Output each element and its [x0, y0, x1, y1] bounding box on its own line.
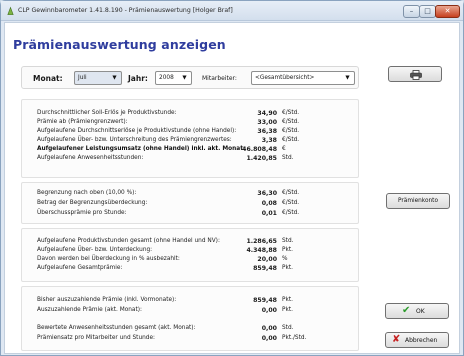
list-item: Bewertete Anwesenheitsstunden gesamt (ak…: [37, 325, 294, 332]
monat-select[interactable]: Juli ▼: [74, 71, 122, 85]
mitarbeiter-value: <Gesamtübersicht>: [255, 75, 315, 81]
list-item: Aufgelaufene Durchschnittserlöse je Prod…: [37, 128, 300, 135]
list-item: Aufgelaufener Leistungsumsatz (ohne Hand…: [37, 146, 286, 153]
section-produktivstunden: Aufgelaufene Produktivstunden gesamt (oh…: [21, 228, 359, 282]
page-title: Prämienauswertung anzeigen: [13, 37, 226, 52]
section-soll-erloes: Durchschnittlicher Soll-Erlös je Produkt…: [21, 99, 359, 178]
list-item: Bisher auszuzahlende Prämie (inkl. Vormo…: [37, 297, 293, 304]
list-item: Aufgelaufene Gesamtprämie: 859,48 Pkt.: [37, 265, 293, 272]
abbrechen-button[interactable]: ✘ Abbrechen: [385, 332, 449, 348]
close-button[interactable]: ✕: [435, 5, 460, 18]
ok-button[interactable]: ✔ OK: [385, 303, 449, 319]
mitarbeiter-select[interactable]: <Gesamtübersicht> ▼: [251, 71, 355, 85]
jahr-value: 2008: [159, 75, 174, 81]
jahr-select[interactable]: 2008 ▼: [155, 71, 192, 85]
list-item: Prämiensatz pro Mitarbeiter und Stunde: 0…: [37, 335, 307, 342]
list-item: Aufgelaufene Anwesenheitsstunden: 1.420,8…: [37, 155, 294, 162]
list-item: Auszuzahlende Prämie (akt. Monat): 0,00 Pk…: [37, 307, 293, 314]
app-icon: [7, 6, 14, 15]
monat-label: Monat:: [33, 74, 63, 83]
list-item: Aufgelaufene Produktivstunden gesamt (oh…: [37, 238, 294, 245]
app-window: CLP Gewinnbarometer 1.41.8.190 - Prämien…: [0, 0, 464, 356]
mitarbeiter-label: Mitarbeiter:: [202, 75, 237, 82]
filter-bar: Monat: Juli ▼ Jahr: 2008 ▼ Mitarbeiter: …: [21, 66, 359, 89]
chevron-down-icon: ▼: [345, 75, 350, 81]
list-item: Aufgelaufene Über- bzw. Unterdeckung: 4.3…: [37, 247, 293, 254]
title-bar[interactable]: CLP Gewinnbarometer 1.41.8.190 - Prämien…: [1, 1, 463, 21]
list-item: Begrenzung nach oben (10,00 %): 36,30 €/St…: [37, 190, 300, 197]
list-item: Durchschnittlicher Soll-Erlös je Produkt…: [37, 110, 300, 117]
print-button[interactable]: [388, 66, 442, 82]
list-item: Überschussprämie pro Stunde: 0,01 €/Std.: [37, 210, 300, 217]
section-begrenzung: Begrenzung nach oben (10,00 %): 36,30 €/St…: [21, 182, 359, 224]
minimize-button[interactable]: –: [403, 5, 420, 18]
list-item: Betrag der Begrenzungsüberdeckung: 0,08 €/…: [37, 200, 300, 207]
section-auszahlung: Bisher auszuzahlende Prämie (inkl. Vormo…: [21, 286, 359, 351]
list-item: Davon werden bei Überdeckung in % ausbez…: [37, 256, 288, 263]
printer-icon: [410, 70, 422, 80]
window-title: CLP Gewinnbarometer 1.41.8.190 - Prämien…: [18, 7, 233, 14]
list-item: Prämie ab (Prämiengrenzwert): 33,00 €/Std.: [37, 119, 300, 126]
monat-value: Juli: [78, 75, 87, 81]
maximize-button[interactable]: □: [419, 5, 436, 18]
checkmark-icon: ✔: [402, 305, 411, 316]
jahr-label: Jahr:: [128, 74, 148, 83]
chevron-down-icon: ▼: [112, 75, 117, 81]
list-item: Aufgelaufene Über- bzw. Unterschreitung …: [37, 137, 300, 144]
close-icon: ✘: [392, 334, 401, 345]
chevron-down-icon: ▼: [182, 75, 187, 81]
praemienkonto-button[interactable]: Prämienkonto: [386, 193, 450, 209]
